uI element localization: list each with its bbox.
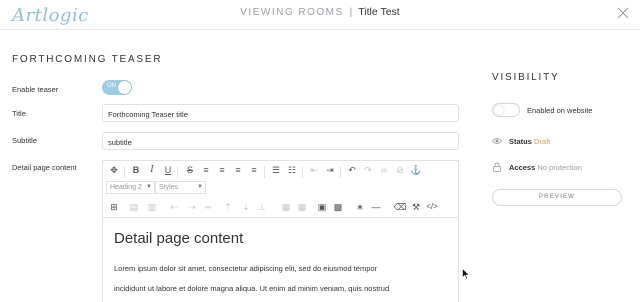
eye-icon <box>492 138 502 144</box>
toggle-knob <box>118 81 131 94</box>
access-label: Access <box>509 163 536 172</box>
align-justify-icon[interactable]: ≡ <box>247 163 261 177</box>
status-row: Status Draft <box>509 137 550 146</box>
teaser-heading: FORTHCOMING TEASER <box>12 54 163 65</box>
table-row-icon[interactable]: ▤ <box>127 200 141 214</box>
enable-teaser-label: Enable teaser <box>12 85 59 94</box>
clear-formatting-icon[interactable]: ⌫ <box>393 200 407 214</box>
indent-icon[interactable]: ⇥ <box>323 163 337 177</box>
insert-row-before-icon[interactable]: ⇡ <box>221 200 235 214</box>
bold-icon[interactable]: B <box>129 163 143 177</box>
delete-column-icon[interactable]: ⇿ <box>201 200 215 214</box>
close-icon[interactable] <box>616 6 630 20</box>
enabled-on-website-label: Enabled on website <box>527 106 593 115</box>
table-icon[interactable]: ⊞ <box>107 200 121 214</box>
move-icon[interactable]: ✥ <box>107 163 121 177</box>
breadcrumb-section[interactable]: VIEWING ROOMS <box>240 7 343 18</box>
styles-select-value: Styles <box>159 184 179 191</box>
italic-icon[interactable]: I <box>145 163 159 177</box>
content-paragraph-line: Lorem ipsum dolor sit amet, consectetur … <box>114 264 378 273</box>
special-character-icon[interactable]: ∗ <box>353 200 367 214</box>
align-center-icon[interactable]: ≡ <box>215 163 229 177</box>
tools-icon[interactable]: ⚒ <box>409 200 423 214</box>
toolbar-separator <box>302 166 303 178</box>
content-heading: Detail page content <box>114 230 244 247</box>
format-select-value: Heading 2 <box>110 184 142 191</box>
strikethrough-icon[interactable]: S <box>183 163 197 177</box>
underline-icon[interactable]: U <box>161 163 175 177</box>
toolbar-separator <box>177 166 178 178</box>
breadcrumb: VIEWING ROOMS | Title Test <box>0 6 640 18</box>
toolbar-separator <box>124 166 125 178</box>
undo-icon[interactable]: ↶ <box>345 163 359 177</box>
redo-icon[interactable]: ↷ <box>361 163 375 177</box>
styles-select[interactable]: Styles ▼ <box>155 181 206 194</box>
enable-teaser-toggle[interactable]: ON <box>102 80 132 95</box>
subtitle-label: Subtitle <box>12 136 38 145</box>
editor-content-area[interactable]: Detail page content Lorem ipsum dolor si… <box>103 217 458 302</box>
merge-cells-icon[interactable]: ▦ <box>279 200 293 214</box>
source-code-icon[interactable]: </> <box>425 200 439 214</box>
bulleted-list-icon[interactable]: ☰ <box>269 163 283 177</box>
enabled-on-website-toggle[interactable] <box>492 103 520 117</box>
access-row: Access No protection <box>509 163 582 172</box>
toolbar-separator <box>340 166 341 178</box>
toggle-knob <box>494 105 504 115</box>
lock-icon <box>493 162 501 172</box>
visibility-heading: VISIBILITY <box>492 72 560 83</box>
rich-text-editor[interactable]: ✥ B I U S ≡ ≡ ≡ ≡ ☰ ☷ ⇤ ⇥ ↶ ↷ ∞ ⊘ ⚓ Head… <box>102 160 459 302</box>
align-right-icon[interactable]: ≡ <box>231 163 245 177</box>
content-paragraph-line: incididunt ut labore et dolore magna ali… <box>114 284 390 293</box>
insert-row-after-icon[interactable]: ⇣ <box>239 200 253 214</box>
align-left-icon[interactable]: ≡ <box>199 163 213 177</box>
image-icon[interactable]: ▣ <box>315 200 329 214</box>
chevron-down-icon: ▼ <box>197 184 203 190</box>
unlink-icon[interactable]: ⊘ <box>393 163 407 177</box>
outdent-icon[interactable]: ⇤ <box>307 163 321 177</box>
media-icon[interactable]: ▩ <box>331 200 345 214</box>
editor-toolbar-row-3: ⊞ ▤ ▥ ⇠ ⇢ ⇿ ⇡ ⇣ ⊥ ▦ ▦ ▣ ▩ ∗ — ⌫ ⚒ </> <box>103 200 458 218</box>
status-value: Draft <box>534 137 551 146</box>
insert-column-after-icon[interactable]: ⇢ <box>185 200 199 214</box>
toggle-on-text: ON <box>107 83 116 89</box>
toolbar-separator <box>264 166 265 178</box>
title-input[interactable]: Forthcoming Teaser title <box>102 104 459 122</box>
mouse-pointer-icon <box>462 268 470 280</box>
numbered-list-icon[interactable]: ☷ <box>285 163 299 177</box>
horizontal-rule-icon[interactable]: — <box>369 200 383 214</box>
link-icon[interactable]: ∞ <box>377 163 391 177</box>
title-label: Title <box>12 109 26 118</box>
editor-toolbar-row-1: ✥ B I U S ≡ ≡ ≡ ≡ ☰ ☷ ⇤ ⇥ ↶ ↷ ∞ ⊘ ⚓ <box>103 163 458 181</box>
format-select[interactable]: Heading 2 ▼ <box>106 181 155 194</box>
delete-row-icon[interactable]: ⊥ <box>255 200 269 214</box>
table-column-icon[interactable]: ▥ <box>145 200 159 214</box>
breadcrumb-title: Title Test <box>358 6 400 18</box>
chevron-down-icon: ▼ <box>146 184 152 190</box>
top-bar: Artlogic VIEWING ROOMS | Title Test <box>0 0 640 30</box>
anchor-icon[interactable]: ⚓ <box>409 163 423 177</box>
insert-column-before-icon[interactable]: ⇠ <box>167 200 181 214</box>
subtitle-input[interactable]: subtitle <box>102 132 459 150</box>
status-label: Status <box>509 137 532 146</box>
breadcrumb-separator: | <box>349 7 353 18</box>
detail-content-label: Detail page content <box>12 163 77 172</box>
access-value: No protection <box>537 163 582 172</box>
split-cells-icon[interactable]: ▦ <box>295 200 309 214</box>
preview-button[interactable]: PREVIEW <box>492 189 622 206</box>
